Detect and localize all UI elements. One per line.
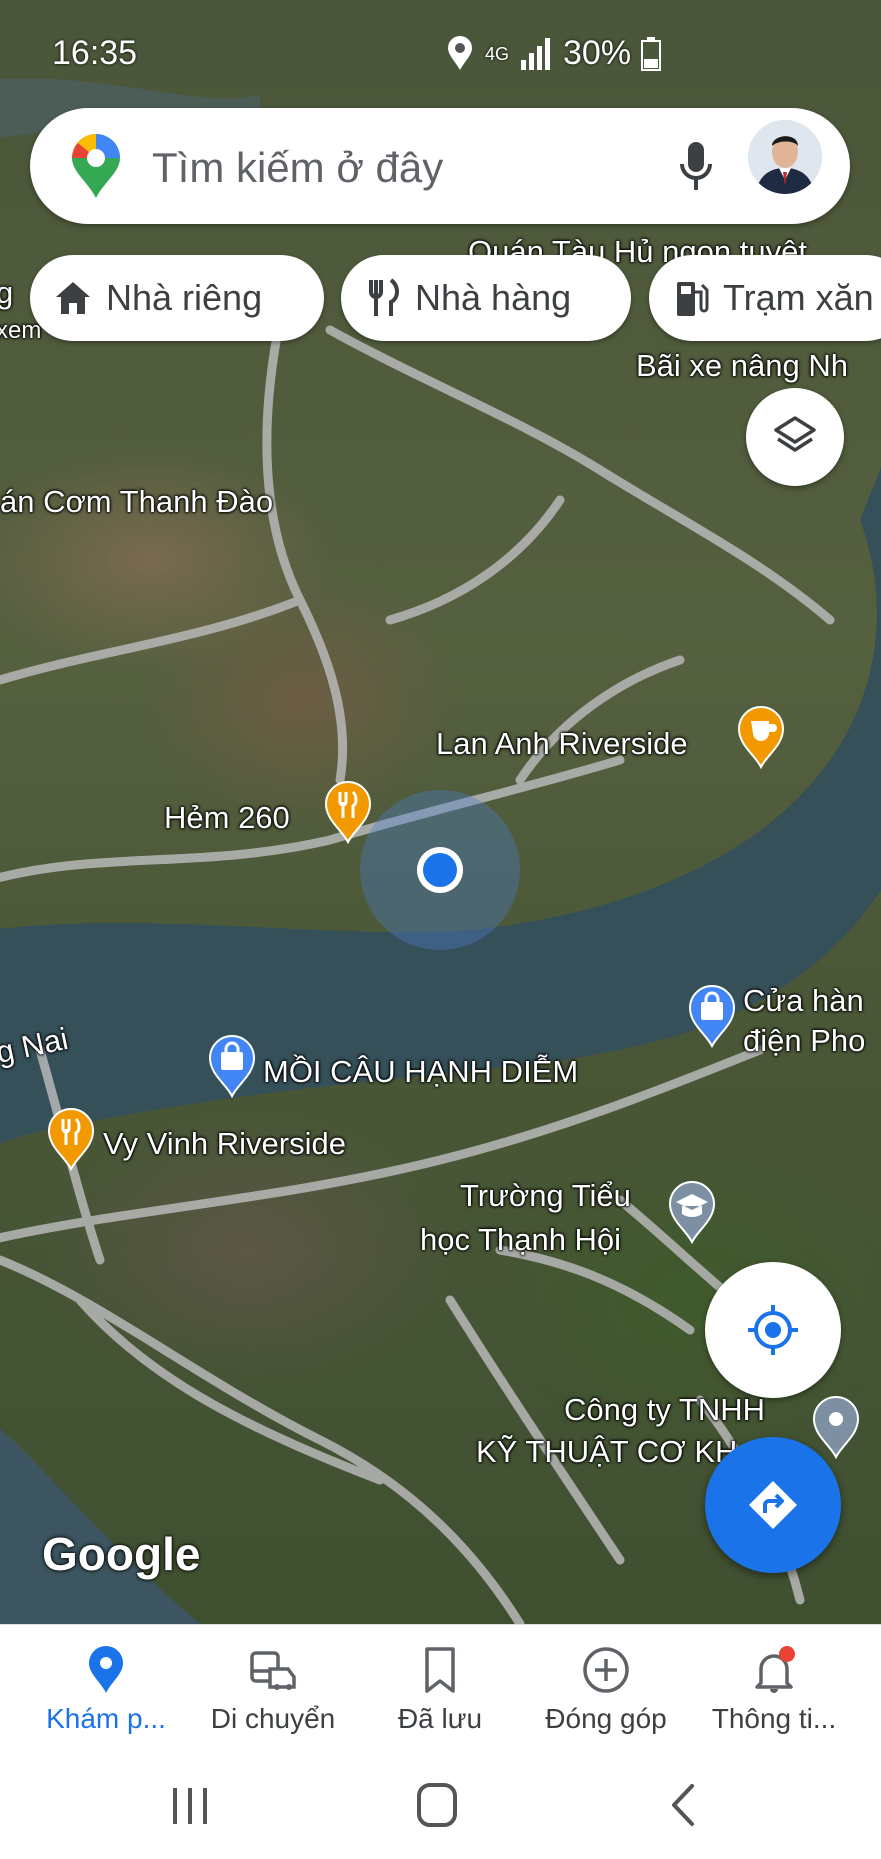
shopping-pin-icon[interactable] [206,1034,258,1098]
bookmark-icon [425,1647,455,1693]
tab-label: Đóng góp [545,1703,667,1734]
explore-pin-icon [89,1646,123,1693]
map-label[interactable]: Vy Vinh Riverside [103,1126,346,1162]
battery-percent: 30% [563,34,632,72]
tab-label: Khám p... [46,1703,166,1734]
chip-home[interactable]: Nhà riêng [30,255,324,341]
map-label[interactable]: Công ty TNHH [564,1392,765,1428]
chip-label: Trạm xăn [723,277,874,318]
map-label[interactable]: KỸ THUẬT CƠ KH [476,1434,737,1470]
map-label[interactable]: án Cơm Thanh Đào [0,484,273,520]
notification-dot [779,1646,795,1662]
recent-apps-icon[interactable] [170,1784,210,1828]
map-label[interactable]: Bãi xe nâng Nh [636,348,848,384]
map-label[interactable]: Lan Anh Riverside [436,726,688,762]
tab-saved[interactable]: Đã lưu [352,1625,528,1755]
my-location-button[interactable] [705,1262,841,1398]
tab-label: Thông ti... [711,1703,837,1734]
bottom-navigation: Khám p... Di chuyển Đã lưu Đóng góp Thôn… [0,1624,881,1755]
chip-label: Nhà hàng [415,277,572,318]
map-label[interactable]: học Thạnh Hội [420,1222,621,1258]
battery-icon [641,36,662,71]
location-icon [448,35,472,70]
tab-commute[interactable]: Di chuyển [185,1625,361,1755]
map-label[interactable]: g [0,275,13,311]
cafe-pin-icon[interactable] [735,705,787,769]
tab-updates[interactable]: Thông ti... [686,1625,862,1755]
place-pin-icon[interactable] [810,1395,862,1459]
layers-icon [774,416,816,452]
gas-station-icon [677,282,709,316]
chip-gas-stations[interactable]: Trạm xăn [649,255,881,341]
network-type: 4G [485,43,510,64]
search-bar[interactable]: Tìm kiếm ở đây [30,108,850,224]
directions-button[interactable] [705,1437,841,1573]
back-icon[interactable] [668,1782,698,1828]
restaurant-pin-icon[interactable] [45,1107,97,1171]
map-label[interactable]: điện Pho [743,1023,865,1059]
my-location-dot [423,853,457,887]
avatar[interactable] [748,120,822,194]
commute-icon [250,1651,296,1690]
directions-icon [749,1481,797,1529]
status-bar: 16:35 4G 30% [0,0,881,100]
notification-bell-icon [755,1646,795,1693]
layers-button[interactable] [746,388,844,486]
google-logo: Google [42,1528,201,1580]
profile-photo-icon [748,120,822,194]
search-input[interactable]: Tìm kiếm ở đây [152,144,443,192]
chip-label: Nhà riêng [106,277,263,318]
river-bottom-left [0,1428,200,1624]
tab-explore[interactable]: Khám p... [18,1625,194,1755]
school-pin-icon[interactable] [666,1180,718,1244]
microphone-icon[interactable] [678,140,714,194]
system-navigation-bar [0,1754,881,1859]
restaurant-pin-icon[interactable] [322,780,374,844]
map-label[interactable]: Trường Tiểu [460,1178,631,1214]
tab-label: Di chuyển [210,1703,336,1734]
add-circle-icon [583,1647,629,1693]
google-maps-logo-icon [72,134,120,198]
shopping-pin-icon[interactable] [686,984,738,1048]
tab-contribute[interactable]: Đóng góp [518,1625,694,1755]
restaurant-icon [369,278,399,316]
status-icons: 4G 30% [445,34,662,73]
signal-icon [521,37,551,70]
chip-restaurants[interactable]: Nhà hàng [341,255,631,341]
map-label[interactable]: Hẻm 260 [164,800,290,836]
crosshair-location-icon [748,1305,798,1355]
map-label[interactable]: Cửa hàn [743,983,864,1019]
home-button-icon[interactable] [416,1782,458,1828]
map-label[interactable]: MỒI CÂU HẠNH DIỄM [263,1054,578,1090]
tab-label: Đã lưu [397,1703,483,1734]
home-icon [56,282,90,314]
status-time: 16:35 [52,34,138,72]
